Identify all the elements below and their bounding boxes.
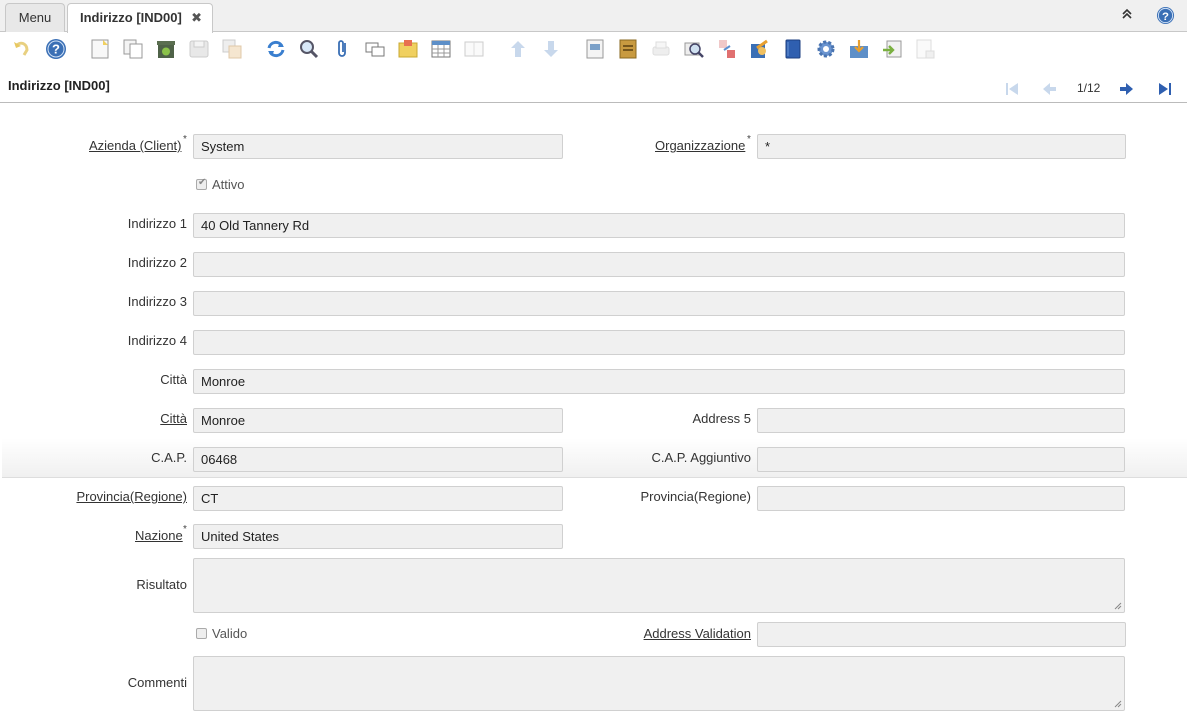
archive-icon[interactable] [615, 36, 641, 62]
delete-icon[interactable] [153, 36, 179, 62]
country-field[interactable]: United States [193, 524, 563, 549]
city-field[interactable]: Monroe [193, 408, 563, 433]
client-required-marker: * [183, 134, 187, 145]
tab-indirizzo-label: Indirizzo [IND00] [80, 10, 182, 25]
svg-text:?: ? [1162, 11, 1169, 23]
active-checkbox[interactable]: ✔ Attivo [196, 177, 245, 192]
find-icon[interactable] [296, 36, 322, 62]
record-counter: 1/12 [1077, 81, 1101, 95]
address2-field[interactable] [193, 252, 1125, 277]
address-validation-label[interactable]: Address Validation [600, 626, 751, 641]
help-icon[interactable]: ? [43, 36, 69, 62]
print-preview-icon[interactable] [912, 36, 938, 62]
new-icon[interactable] [87, 36, 113, 62]
next-icon[interactable] [1118, 80, 1136, 98]
country-required-marker: * [183, 524, 187, 535]
collapse-up-icon[interactable] [1117, 6, 1137, 26]
comments-textarea[interactable] [193, 656, 1125, 711]
city-text-label: Città [160, 372, 187, 387]
city-label[interactable]: Città [60, 411, 187, 426]
tab-bar: Menu Indirizzo [IND00] ✖ ? [0, 0, 1187, 33]
refresh-icon[interactable] [263, 36, 289, 62]
product-info-icon[interactable] [780, 36, 806, 62]
resize-grip-icon[interactable] [1114, 700, 1122, 708]
related-info-icon[interactable] [714, 36, 740, 62]
first-record-icon[interactable] [1003, 80, 1021, 98]
address5-field[interactable] [757, 408, 1125, 433]
address3-label: Indirizzo 3 [127, 294, 187, 309]
address1-field[interactable]: 40 Old Tannery Rd [193, 213, 1125, 238]
active-checkbox-box[interactable]: ✔ [196, 177, 207, 190]
zip-label: C.A.P. [151, 450, 187, 465]
city-text-field[interactable]: Monroe [193, 369, 1125, 394]
address2-label: Indirizzo 2 [127, 255, 187, 270]
workflow-icon[interactable] [747, 36, 773, 62]
valid-checkbox[interactable]: Valido [196, 626, 247, 641]
attachment-icon[interactable] [329, 36, 355, 62]
address3-field[interactable] [193, 291, 1125, 316]
close-tab-icon[interactable]: ✖ [191, 4, 202, 31]
grid-toggle-icon[interactable] [428, 36, 454, 62]
previous-record-icon[interactable] [505, 36, 531, 62]
tab-indirizzo[interactable]: Indirizzo [IND00] ✖ [67, 3, 213, 33]
address4-field[interactable] [193, 330, 1125, 355]
page-title: Indirizzo [IND00] [8, 78, 110, 93]
region-field[interactable]: CT [193, 486, 563, 511]
client-label[interactable]: Azienda (Client) [89, 138, 182, 153]
chat-icon[interactable] [362, 36, 388, 62]
result-label: Risultato [136, 577, 187, 592]
zip-add-field[interactable] [757, 447, 1125, 472]
address4-label: Indirizzo 4 [127, 333, 187, 348]
country-label[interactable]: Nazione [135, 528, 183, 543]
copy-icon[interactable] [120, 36, 146, 62]
org-required-marker: * [747, 134, 751, 145]
valid-checkbox-box[interactable] [196, 628, 207, 639]
active-label: Attivo [212, 177, 245, 192]
multi-grid-icon[interactable] [461, 36, 487, 62]
org-field[interactable]: * [757, 134, 1126, 159]
zip-field[interactable]: 06468 [193, 447, 563, 472]
zoom-across-icon[interactable] [681, 36, 707, 62]
region-text-field[interactable] [757, 486, 1125, 511]
svg-text:?: ? [52, 42, 60, 57]
result-textarea[interactable] [193, 558, 1125, 613]
address5-label: Address 5 [692, 411, 751, 426]
toolbar: ? [0, 33, 1187, 65]
undo-icon[interactable] [8, 36, 34, 62]
address1-label: Indirizzo 1 [127, 216, 187, 231]
next-record-icon[interactable] [538, 36, 564, 62]
comments-label: Commenti [127, 675, 187, 690]
resize-grip-icon[interactable] [1114, 602, 1122, 610]
save-icon[interactable] [186, 36, 212, 62]
tab-menu-label: Menu [18, 10, 52, 25]
save-new-icon[interactable] [219, 36, 245, 62]
region-text-label: Provincia(Regione) [640, 489, 751, 504]
check-icon: ✔ [198, 177, 207, 188]
valid-label: Valido [212, 626, 248, 641]
address-validation-field[interactable] [757, 622, 1126, 647]
record-header: Indirizzo [IND00] 1/12 [0, 72, 1187, 103]
report-icon[interactable] [582, 36, 608, 62]
org-label[interactable]: Organizzazione [655, 138, 745, 153]
client-field[interactable]: System [193, 134, 563, 159]
last-record-icon[interactable] [1156, 80, 1174, 98]
import-icon[interactable] [879, 36, 905, 62]
process-icon[interactable] [813, 36, 839, 62]
export-icon[interactable] [846, 36, 872, 62]
zip-add-label: C.A.P. Aggiuntivo [651, 450, 752, 465]
tab-menu[interactable]: Menu [5, 3, 65, 32]
previous-icon[interactable] [1040, 80, 1058, 98]
notes-icon[interactable] [395, 36, 421, 62]
help-icon[interactable]: ? [1155, 6, 1175, 26]
print-icon[interactable] [648, 36, 674, 62]
region-label[interactable]: Provincia(Regione) [40, 489, 187, 504]
